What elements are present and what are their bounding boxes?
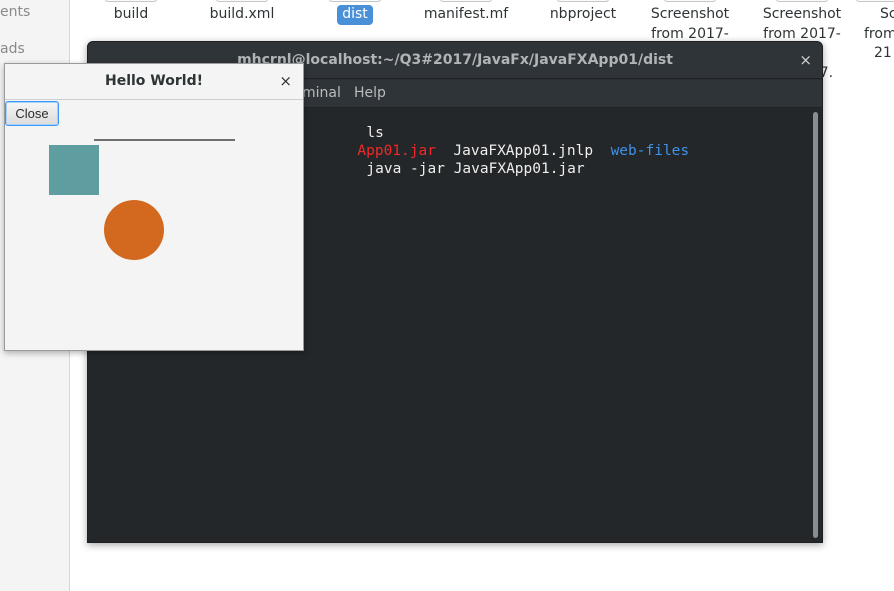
line-shape xyxy=(94,139,235,141)
file-label: build.xml xyxy=(209,6,275,22)
image-thumbnail-icon xyxy=(856,0,894,2)
close-icon[interactable]: × xyxy=(279,72,292,90)
sidebar-item-downloads[interactable]: ads xyxy=(0,41,25,57)
sidebar-item-documents[interactable]: ents xyxy=(0,4,30,20)
circle-shape xyxy=(104,200,164,260)
fx-window-title: Hello World! xyxy=(105,73,203,89)
close-icon[interactable]: × xyxy=(799,51,812,69)
file-item-build-xml[interactable]: build.xml xyxy=(197,0,287,22)
terminal-scrollbar[interactable] xyxy=(813,112,818,538)
close-button[interactable]: Close xyxy=(5,101,59,126)
image-thumbnail-icon xyxy=(664,0,716,2)
file-item-build[interactable]: build xyxy=(90,0,172,22)
menu-item-help[interactable]: Help xyxy=(354,85,386,101)
folder-icon xyxy=(557,0,609,2)
fx-titlebar[interactable]: Hello World! × xyxy=(5,64,303,100)
file-label: Sc from 21 . xyxy=(864,6,894,61)
image-thumbnail-icon xyxy=(776,0,828,2)
file-item-nbproject[interactable]: nbproject xyxy=(535,0,631,22)
menu-item-terminal[interactable]: minal xyxy=(302,85,341,101)
folder-icon xyxy=(105,0,157,2)
file-label: manifest.mf xyxy=(423,6,509,22)
file-item-screenshot-3[interactable]: Sc from 21 . xyxy=(856,0,894,61)
file-label: dist xyxy=(337,5,373,25)
file-icon xyxy=(440,0,492,2)
hello-world-window[interactable]: Hello World! × Close xyxy=(4,63,304,351)
rectangle-shape xyxy=(49,145,99,195)
file-icon xyxy=(216,0,268,2)
folder-icon xyxy=(329,0,381,2)
file-label: build xyxy=(113,6,149,22)
file-item-dist[interactable]: dist xyxy=(314,0,396,25)
terminal-line: java -jar JavaFXApp01.jar xyxy=(366,161,585,177)
fx-scene: Close xyxy=(5,100,303,350)
file-item-manifest[interactable]: manifest.mf xyxy=(416,0,516,22)
file-label: nbproject xyxy=(549,6,617,22)
